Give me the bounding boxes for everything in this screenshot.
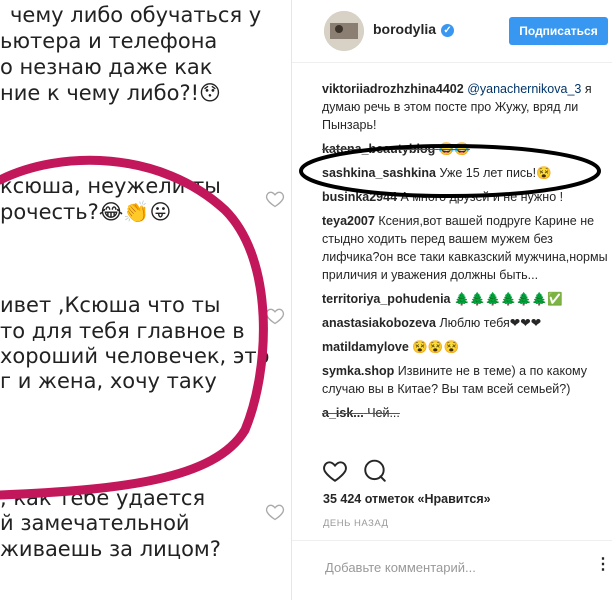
comment-bubble-icon[interactable] — [362, 458, 388, 484]
highlight-circle-marker — [0, 155, 268, 500]
comment-text: 🌲🌲🌲🌲🌲🌲✅ — [453, 292, 563, 306]
add-comment-input[interactable] — [323, 555, 597, 579]
post-panel: borodylia ✓ Подписаться viktoriiadrozhzhi… — [291, 0, 612, 600]
comment-item: viktoriiadrozhzhina4402 @yanachernikova_… — [322, 80, 612, 134]
comment-username[interactable]: matildamylove — [322, 340, 409, 354]
comment-username[interactable]: teya2007 — [322, 214, 375, 228]
comment-item: katena_beautyblog 😂😂 — [322, 140, 612, 158]
comment-text: Уже 15 лет пись!😵 — [439, 166, 552, 180]
comment-username[interactable]: anastasiakobozeva — [322, 316, 436, 330]
comment-item: teya2007 Ксения,вот вашей подруге Карине… — [322, 212, 612, 284]
verified-badge-icon: ✓ — [441, 24, 455, 37]
post-username[interactable]: borodylia ✓ — [373, 21, 455, 37]
likes-count[interactable]: 35 424 отметок «Нравится» — [323, 492, 491, 506]
comment-username[interactable]: sashkina_sashkina — [322, 166, 436, 180]
post-timestamp: ДЕНЬ НАЗАД — [323, 518, 389, 529]
comment-username[interactable]: viktoriiadrozhzhina4402 — [322, 82, 464, 96]
comment-username[interactable]: a_isk... — [322, 406, 364, 420]
comment-item: territoriya_pohudenia 🌲🌲🌲🌲🌲🌲✅ — [322, 290, 612, 308]
add-comment-bar: ⋮ — [292, 540, 612, 593]
comment-text: Люблю тебя❤❤❤ — [439, 316, 542, 330]
comment-item: anastasiakobozeva Люблю тебя❤❤❤ — [322, 314, 612, 332]
comment-item: a_isk... Чей... — [322, 404, 612, 422]
comment-username[interactable]: katena_beautyblog — [322, 142, 435, 156]
comment-text: Чей... — [367, 406, 400, 420]
follow-button[interactable]: Подписаться — [509, 17, 608, 45]
screenshot-crop: чему либо обучаться у ьютера и телефона … — [0, 0, 290, 600]
comment-list: viktoriiadrozhzhina4402 @yanachernikova_… — [322, 80, 612, 428]
comment-text: 😵😵😵 — [412, 340, 460, 354]
comment-item: sashkina_sashkina Уже 15 лет пись!😵 — [322, 164, 612, 182]
more-options-icon[interactable]: ⋮ — [595, 557, 611, 573]
comment-item: symka.shop Извините не в теме) а по како… — [322, 362, 612, 398]
comment-text: А много друзей и не нужно ! — [400, 190, 564, 204]
post-actions — [322, 458, 388, 489]
comment-username[interactable]: businka2944 — [322, 190, 397, 204]
comment-item: businka2944 А много друзей и не нужно ! — [322, 188, 612, 206]
like-heart-icon[interactable] — [322, 458, 348, 484]
comment-username[interactable]: symka.shop — [322, 364, 394, 378]
comment-username[interactable]: territoriya_pohudenia — [322, 292, 451, 306]
comment-item: matildamylove 😵😵😵 — [322, 338, 612, 356]
comment-text: 😂😂 — [438, 142, 470, 156]
avatar[interactable] — [324, 11, 364, 51]
comment-mention[interactable]: @yanachernikova_3 — [467, 82, 581, 96]
post-header: borodylia ✓ Подписаться — [292, 0, 612, 63]
